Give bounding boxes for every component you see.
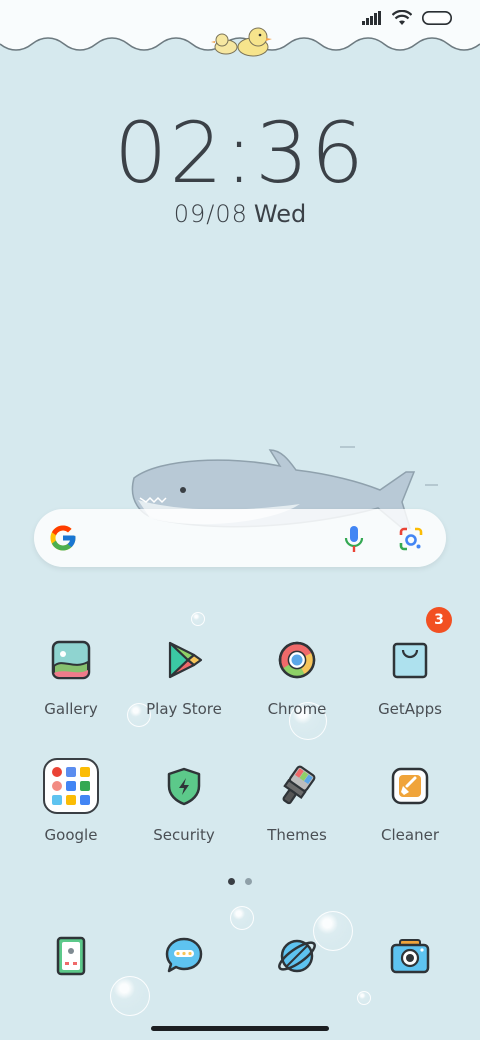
page-dot	[245, 878, 252, 885]
app-label: Cleaner	[381, 826, 439, 844]
app-chrome[interactable]: Chrome	[242, 632, 352, 718]
signal-bars-icon	[362, 11, 381, 25]
dock-browser[interactable]	[269, 936, 325, 976]
play-store-icon	[156, 632, 212, 688]
app-label: Chrome	[267, 700, 327, 718]
app-security[interactable]: Security	[129, 758, 239, 844]
google-g-icon	[50, 525, 76, 551]
browser-icon	[278, 939, 316, 973]
bubble-decoration	[191, 612, 205, 626]
home-indicator[interactable]	[151, 1026, 329, 1031]
bubble-decoration	[230, 906, 254, 930]
themes-icon	[269, 758, 325, 814]
wifi-icon	[392, 10, 412, 25]
phone-icon	[56, 936, 86, 976]
app-label: Security	[153, 826, 215, 844]
microphone-icon[interactable]	[340, 524, 368, 554]
page-dot-active	[228, 878, 235, 885]
app-label: GetApps	[378, 700, 442, 718]
app-cleaner[interactable]: Cleaner	[355, 758, 465, 844]
battery-icon	[422, 11, 452, 25]
chrome-icon	[269, 632, 325, 688]
app-label: Google	[44, 826, 98, 844]
security-icon	[156, 758, 212, 814]
dock-camera[interactable]	[382, 936, 438, 976]
dock-phone[interactable]	[43, 936, 99, 976]
camera-icon	[390, 939, 430, 974]
google-folder-icon	[43, 758, 99, 814]
app-label: Play Store	[146, 700, 222, 718]
app-google-folder[interactable]: Google	[16, 758, 126, 844]
app-label: Gallery	[44, 700, 98, 718]
clock-date[interactable]: 09/08 Wed	[0, 200, 480, 228]
google-lens-icon[interactable]	[398, 526, 424, 552]
date-day: Wed	[253, 200, 307, 228]
cleaner-icon	[382, 758, 438, 814]
app-label: Themes	[267, 826, 327, 844]
dock-messages[interactable]	[156, 936, 212, 976]
date-numeric: 09/08	[173, 200, 248, 228]
clock-time[interactable]: 02:36	[0, 104, 480, 202]
app-themes[interactable]: Themes	[242, 758, 352, 844]
status-bar	[362, 10, 452, 26]
page-indicator[interactable]	[0, 878, 480, 885]
bubble-decoration	[357, 991, 371, 1005]
gallery-icon	[43, 632, 99, 688]
app-gallery[interactable]: Gallery	[16, 632, 126, 718]
google-search-bar[interactable]	[34, 509, 446, 567]
app-getapps[interactable]: GetApps	[355, 632, 465, 718]
app-play-store[interactable]: Play Store	[129, 632, 239, 718]
messages-icon	[165, 937, 203, 973]
bubble-decoration	[110, 976, 150, 1016]
getapps-icon	[382, 632, 438, 688]
notification-badge: 3	[426, 607, 452, 633]
